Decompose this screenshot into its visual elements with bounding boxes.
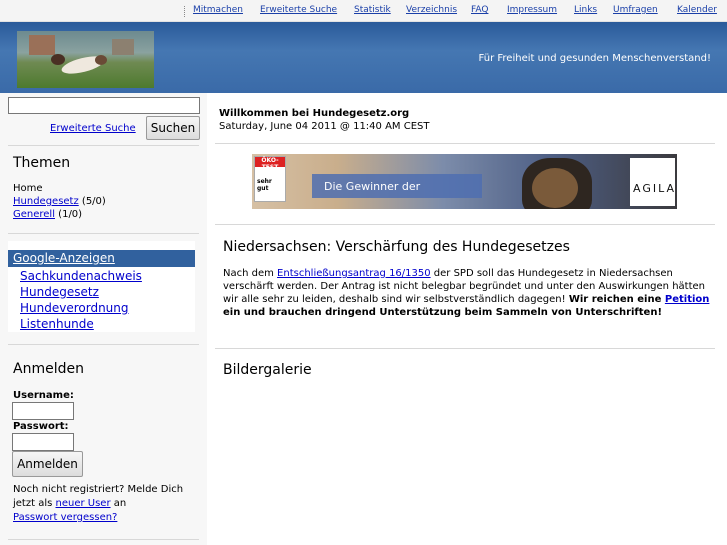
ad-link-sachkundenachweis[interactable]: Sachkundenachweis <box>20 269 142 283</box>
register-text-part: an <box>110 498 127 509</box>
nav-separator <box>184 6 185 17</box>
main-content: Willkommen bei Hundegesetz.org Saturday,… <box>215 93 727 545</box>
article-text: Nach dem <box>223 268 278 279</box>
site-logo-photo[interactable] <box>17 31 154 88</box>
nav-link-kalender[interactable]: Kalender <box>677 5 717 15</box>
search-button[interactable]: Suchen <box>146 116 200 140</box>
themen-count: (5/0) <box>78 196 106 207</box>
new-user-link[interactable]: neuer User <box>56 498 111 509</box>
content-divider <box>215 143 715 144</box>
ad-link-hundeverordnung[interactable]: Hundeverordnung <box>20 301 129 315</box>
seal-top-text: ÖKO-TEST <box>255 157 285 171</box>
login-heading: Anmelden <box>13 361 84 377</box>
google-ads-header: Google-Anzeigen <box>8 250 195 267</box>
login-button[interactable]: Anmelden <box>12 451 83 477</box>
username-field[interactable] <box>12 402 74 420</box>
agila-ad-banner[interactable]: ÖKO-TEST sehr gut Die Gewinner der AGILA <box>252 154 677 209</box>
themen-heading: Themen <box>13 155 71 171</box>
themen-count: (1/0) <box>55 209 83 220</box>
site-header: Für Freiheit und gesunden Menschenversta… <box>0 22 727 93</box>
article-bold-text: Wir reichen eine <box>568 294 665 305</box>
forgot-password-link[interactable]: Passwort vergessen? <box>13 512 117 523</box>
sidebar-divider <box>8 539 199 540</box>
nav-link-mitmachen[interactable]: Mitmachen <box>193 5 243 15</box>
left-sidebar: Erweiterte Suche Suchen Themen Home Hund… <box>0 93 207 545</box>
nav-link-impressum[interactable]: Impressum <box>507 5 557 15</box>
search-input[interactable] <box>8 97 200 114</box>
banner-dog-face-shape <box>532 168 578 208</box>
password-label: Passwort: <box>13 421 69 432</box>
nav-link-verzeichnis[interactable]: Verzeichnis <box>406 5 457 15</box>
register-text: Noch nicht registriert? Melde Dich jetzt… <box>13 483 198 525</box>
sidebar-divider <box>8 344 199 345</box>
antrag-link[interactable]: Entschließungsantrag 16/1350 <box>277 268 431 279</box>
logo-dog-tail <box>95 55 107 65</box>
nav-link-umfragen[interactable]: Umfragen <box>613 5 658 15</box>
petition-link[interactable]: Petition <box>665 294 710 305</box>
google-ads-title-link[interactable]: Google-Anzeigen <box>13 251 115 265</box>
themen-item-generell: Generell (1/0) <box>13 209 82 220</box>
advanced-search-link[interactable]: Erweiterte Suche <box>50 123 136 134</box>
article-bold-text: ein und brauchen dringend Unterstützung … <box>223 307 663 318</box>
article-body: Nach dem Entschließungsantrag 16/1350 de… <box>223 267 713 319</box>
nav-link-faq[interactable]: FAQ <box>471 5 488 15</box>
themen-home: Home <box>13 183 43 194</box>
seal-grade-text: sehr gut <box>257 178 272 192</box>
article-title: Niedersachsen: Verschärfung des Hundeges… <box>223 239 570 255</box>
themen-item-hundegesetz: Hundegesetz (5/0) <box>13 196 106 207</box>
content-divider <box>215 224 715 225</box>
agila-logo-text: AGILA <box>633 182 677 195</box>
themen-link-generell[interactable]: Generell <box>13 209 55 220</box>
ad-link-listenhunde[interactable]: Listenhunde <box>20 317 94 331</box>
nav-link-erweiterte-suche[interactable]: Erweiterte Suche <box>260 5 337 15</box>
oekotest-seal-icon: ÖKO-TEST sehr gut <box>254 156 286 202</box>
sidebar-divider <box>8 145 199 146</box>
site-slogan: Für Freiheit und gesunden Menschenversta… <box>478 53 711 64</box>
nav-link-statistik[interactable]: Statistik <box>354 5 391 15</box>
nav-link-links[interactable]: Links <box>574 5 597 15</box>
banner-text: Die Gewinner der <box>324 180 421 193</box>
themen-link-hundegesetz[interactable]: Hundegesetz <box>13 196 79 207</box>
ad-link-hundegesetz[interactable]: Hundegesetz <box>20 285 99 299</box>
logo-building-shape <box>29 35 55 55</box>
content-divider <box>215 348 715 349</box>
welcome-date: Saturday, June 04 2011 @ 11:40 AM CEST <box>219 121 430 132</box>
sidebar-divider <box>8 233 199 234</box>
logo-dog-head <box>51 54 65 65</box>
logo-building-shape <box>112 39 134 55</box>
gallery-title: Bildergalerie <box>223 362 312 378</box>
welcome-title: Willkommen bei Hundegesetz.org <box>219 108 410 119</box>
password-field[interactable] <box>12 433 74 451</box>
top-nav-bar: Mitmachen Erweiterte Suche Statistik Ver… <box>0 0 727 22</box>
username-label: Username: <box>13 390 74 401</box>
